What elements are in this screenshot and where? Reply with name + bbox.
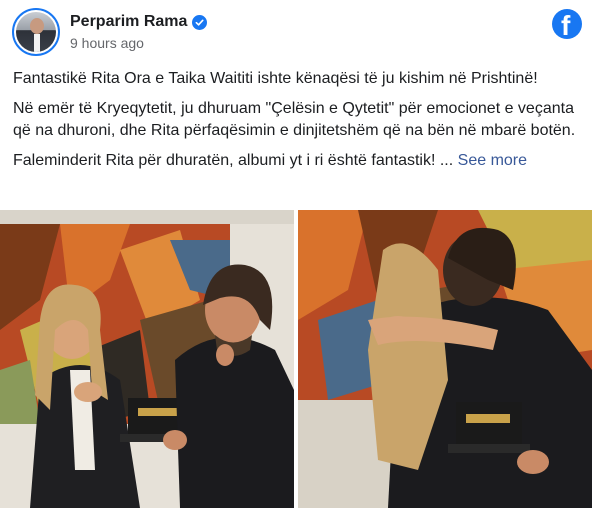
facebook-icon[interactable]: f (552, 9, 582, 39)
verified-badge-icon (192, 14, 208, 30)
post-paragraph-3-text: Faleminderit Rita për dhuratën, albumi y… (13, 152, 454, 169)
avatar-image (16, 12, 56, 52)
post-photo-2[interactable] (298, 210, 592, 508)
photo-2-illustration (298, 210, 592, 508)
see-more-link[interactable]: See more (458, 152, 527, 169)
post-header: Perparim Rama 9 hours ago f (12, 8, 582, 58)
author-avatar[interactable] (12, 8, 60, 56)
post-paragraph-3: Faleminderit Rita për dhuratën, albumi y… (13, 150, 579, 172)
post-timestamp[interactable]: 9 hours ago (70, 35, 144, 51)
post-paragraph-2: Në emër të Kryeqytetit, ju dhuruam "Çelë… (13, 100, 576, 139)
photo-1-illustration (0, 210, 294, 508)
author-name[interactable]: Perparim Rama (70, 13, 187, 31)
post-body: Fantastikë Rita Ora e Taika Waititi isht… (13, 68, 579, 180)
post-photo-1[interactable] (0, 210, 294, 508)
post-paragraph-1: Fantastikë Rita Ora e Taika Waititi isht… (13, 70, 538, 87)
author-name-row: Perparim Rama (70, 13, 208, 31)
